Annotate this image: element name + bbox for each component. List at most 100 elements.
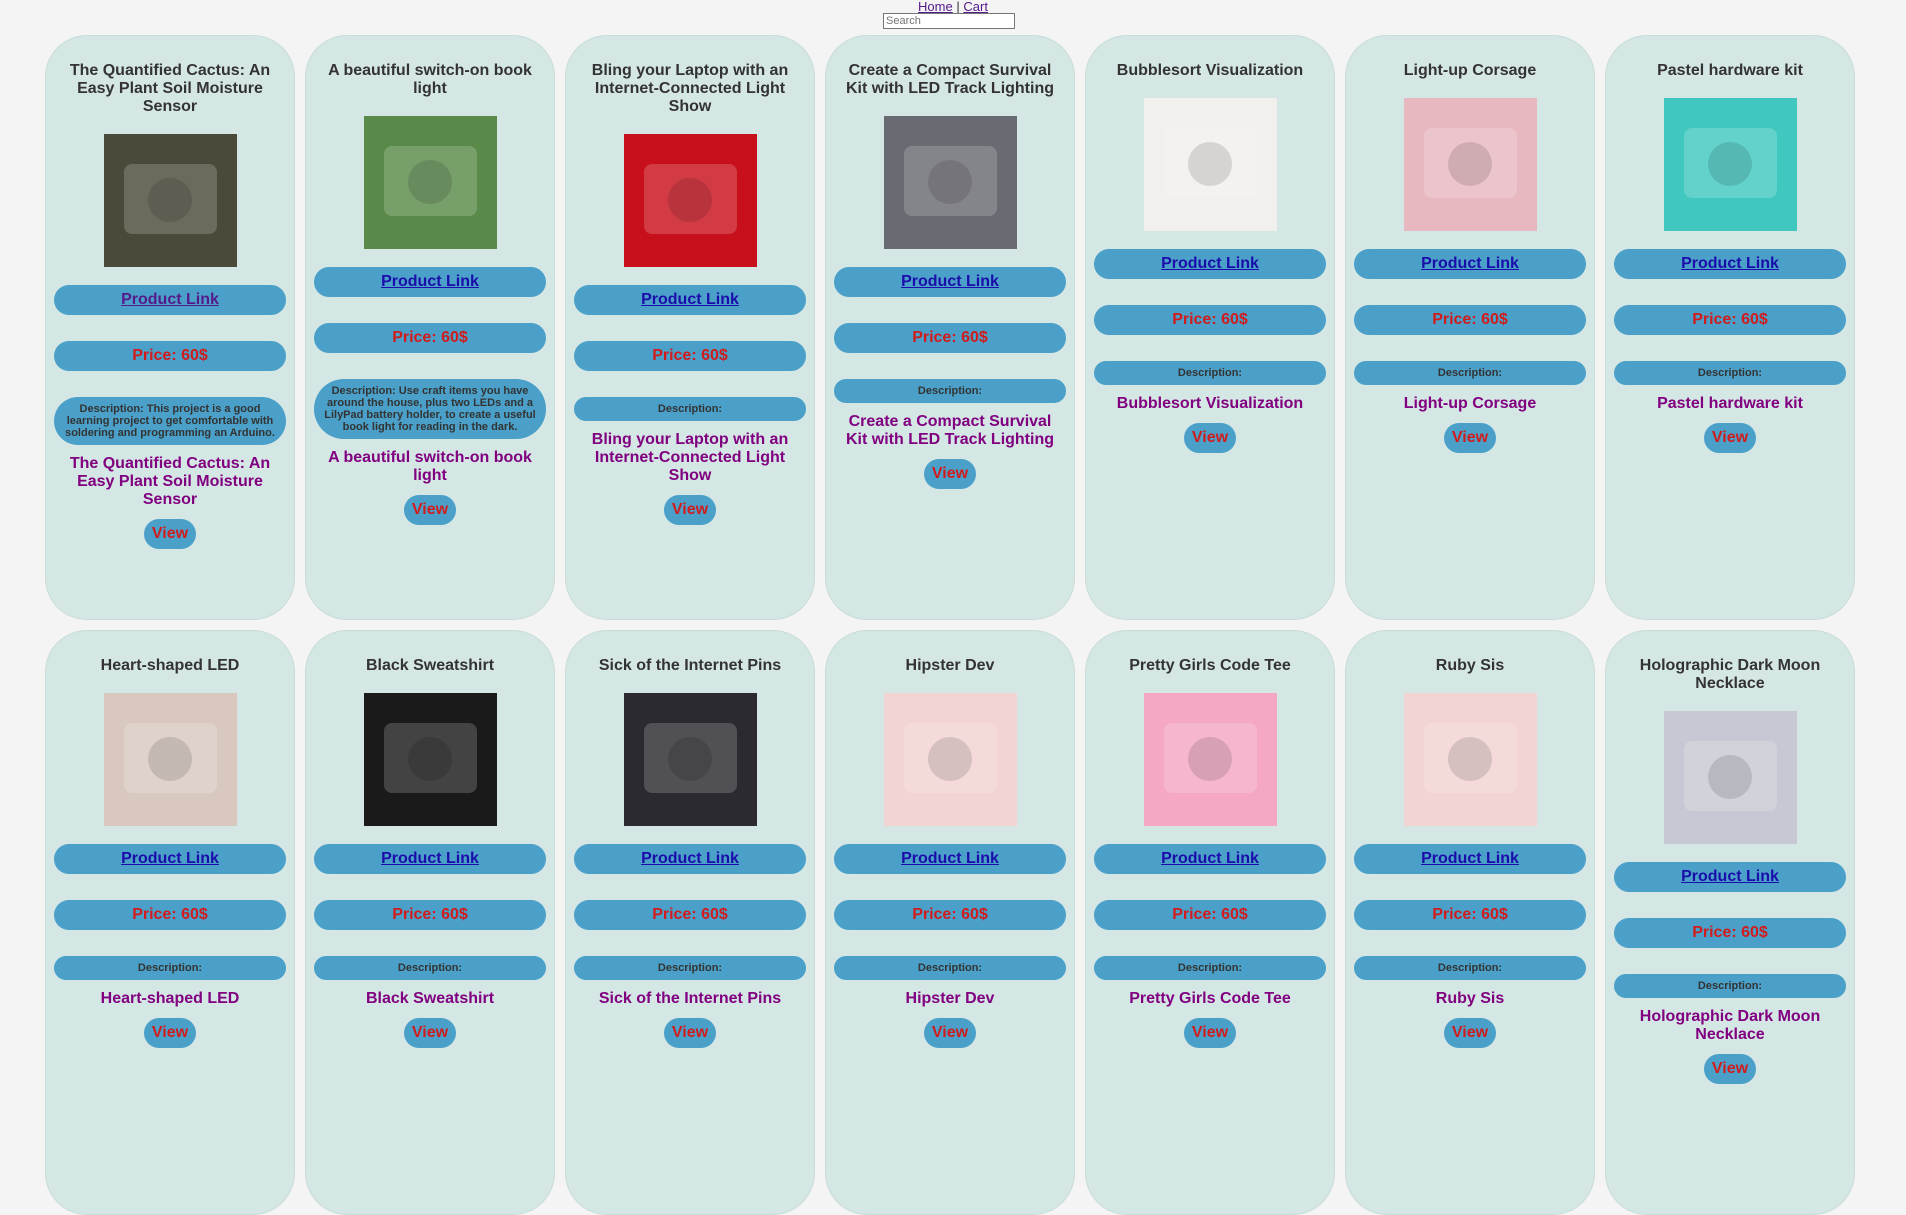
product-link[interactable]: Product Link <box>1421 255 1519 272</box>
product-name: Pretty Girls Code Tee <box>1129 990 1291 1007</box>
product-card: Heart-shaped LED Product Link Price: 60$… <box>45 630 295 1215</box>
view-button[interactable]: View <box>1703 423 1757 453</box>
product-link-bar: Product Link <box>1614 862 1846 892</box>
product-card: Sick of the Internet Pins Product Link P… <box>565 630 815 1215</box>
product-image <box>623 693 757 826</box>
view-button[interactable]: View <box>663 495 717 525</box>
product-link[interactable]: Product Link <box>1161 850 1259 867</box>
product-link[interactable]: Product Link <box>1681 255 1779 272</box>
product-link[interactable]: Product Link <box>1161 255 1259 272</box>
product-price: Price: 60$ <box>314 323 546 353</box>
product-link-bar: Product Link <box>54 285 286 315</box>
view-button[interactable]: View <box>1443 423 1497 453</box>
view-button[interactable]: View <box>1183 423 1237 453</box>
product-price: Price: 60$ <box>54 900 286 930</box>
product-image <box>1403 98 1537 231</box>
product-card: Bubblesort Visualization Product Link Pr… <box>1085 35 1335 620</box>
product-link-bar: Product Link <box>1354 249 1586 279</box>
product-description: Description: <box>574 397 806 421</box>
product-description: Description: <box>574 956 806 980</box>
product-link-bar: Product Link <box>834 844 1066 874</box>
product-link-bar: Product Link <box>1094 249 1326 279</box>
product-link-bar: Product Link <box>54 844 286 874</box>
product-price: Price: 60$ <box>574 341 806 371</box>
product-image <box>623 134 757 267</box>
product-description: Description: Use craft items you have ar… <box>314 379 546 439</box>
product-title: Pretty Girls Code Tee <box>1129 657 1291 674</box>
product-card: Ruby Sis Product Link Price: 60$ Descrip… <box>1345 630 1595 1215</box>
product-name: Ruby Sis <box>1435 990 1505 1007</box>
product-price: Price: 60$ <box>1094 305 1326 335</box>
product-description: Description: <box>314 956 546 980</box>
view-button[interactable]: View <box>923 1018 977 1048</box>
product-card: Create a Compact Survival Kit with LED T… <box>825 35 1075 620</box>
product-link[interactable]: Product Link <box>381 850 479 867</box>
product-name: Sick of the Internet Pins <box>598 990 782 1007</box>
product-link[interactable]: Product Link <box>121 291 219 308</box>
product-card: A beautiful switch-on book light Product… <box>305 35 555 620</box>
product-card: Holographic Dark Moon Necklace Product L… <box>1605 630 1855 1215</box>
product-title: Light-up Corsage <box>1403 62 1537 79</box>
product-image <box>363 693 497 826</box>
product-link-bar: Product Link <box>1094 844 1326 874</box>
product-title: Bling your Laptop with an Internet-Conne… <box>591 62 789 115</box>
product-price: Price: 60$ <box>834 323 1066 353</box>
product-card: Pastel hardware kit Product Link Price: … <box>1605 35 1855 620</box>
product-link[interactable]: Product Link <box>121 850 219 867</box>
product-description: Description: <box>1094 956 1326 980</box>
product-card: Light-up Corsage Product Link Price: 60$… <box>1345 35 1595 620</box>
product-description: Description: <box>1614 974 1846 998</box>
view-button[interactable]: View <box>663 1018 717 1048</box>
view-button[interactable]: View <box>403 495 457 525</box>
product-title: Ruby Sis <box>1435 657 1505 674</box>
product-link[interactable]: Product Link <box>641 850 739 867</box>
product-description: Description: <box>834 379 1066 403</box>
product-link-bar: Product Link <box>574 285 806 315</box>
product-name: Bubblesort Visualization <box>1116 395 1304 412</box>
view-button[interactable]: View <box>403 1018 457 1048</box>
product-title: Heart-shaped LED <box>100 657 240 674</box>
product-title: Create a Compact Survival Kit with LED T… <box>846 62 1054 97</box>
product-card: Hipster Dev Product Link Price: 60$ Desc… <box>825 630 1075 1215</box>
view-button[interactable]: View <box>1443 1018 1497 1048</box>
product-link-bar: Product Link <box>574 844 806 874</box>
home-link[interactable]: Home <box>918 0 953 14</box>
product-link[interactable]: Product Link <box>641 291 739 308</box>
product-title: A beautiful switch-on book light <box>328 62 532 97</box>
product-title: Pastel hardware kit <box>1657 62 1803 79</box>
product-description: Description: This project is a good lear… <box>54 397 286 445</box>
product-name: Heart-shaped LED <box>100 990 240 1007</box>
product-name: Light-up Corsage <box>1403 395 1537 412</box>
view-button[interactable]: View <box>143 519 197 549</box>
product-description: Description: <box>1094 361 1326 385</box>
view-button[interactable]: View <box>143 1018 197 1048</box>
product-link[interactable]: Product Link <box>901 273 999 290</box>
product-image <box>883 693 1017 826</box>
view-button[interactable]: View <box>1183 1018 1237 1048</box>
view-button[interactable]: View <box>923 459 977 489</box>
product-name: Pastel hardware kit <box>1657 395 1803 412</box>
product-name: Black Sweatshirt <box>365 990 495 1007</box>
product-link[interactable]: Product Link <box>901 850 999 867</box>
product-price: Price: 60$ <box>1354 305 1586 335</box>
product-link-bar: Product Link <box>1614 249 1846 279</box>
product-image <box>103 134 237 267</box>
cart-link[interactable]: Cart <box>963 0 988 14</box>
product-name: The Quantified Cactus: An Easy Plant Soi… <box>69 455 271 508</box>
product-link[interactable]: Product Link <box>1681 868 1779 885</box>
product-card: Black Sweatshirt Product Link Price: 60$… <box>305 630 555 1215</box>
product-link-bar: Product Link <box>314 267 546 297</box>
product-price: Price: 60$ <box>1094 900 1326 930</box>
product-link[interactable]: Product Link <box>381 273 479 290</box>
product-image <box>363 116 497 249</box>
product-name: Holographic Dark Moon Necklace <box>1639 1008 1821 1043</box>
product-description: Description: <box>1614 361 1846 385</box>
product-image <box>883 116 1017 249</box>
view-button[interactable]: View <box>1703 1054 1757 1084</box>
product-price: Price: 60$ <box>574 900 806 930</box>
product-link[interactable]: Product Link <box>1421 850 1519 867</box>
product-name: Create a Compact Survival Kit with LED T… <box>846 413 1054 448</box>
search-input[interactable] <box>883 13 1015 29</box>
product-price: Price: 60$ <box>1614 918 1846 948</box>
product-price: Price: 60$ <box>1614 305 1846 335</box>
